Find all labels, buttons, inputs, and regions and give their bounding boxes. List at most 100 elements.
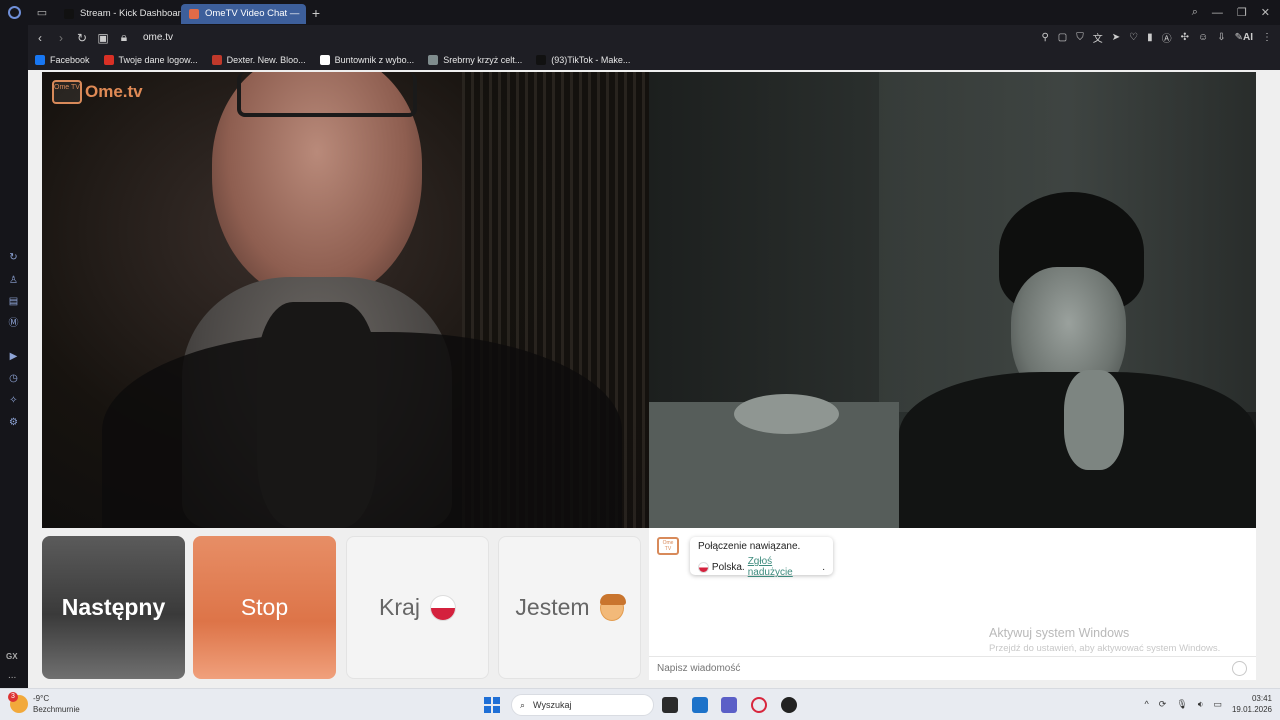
send-icon[interactable]: ➤ xyxy=(1112,32,1120,43)
refresh-ai-icon[interactable]: ↻ xyxy=(7,251,20,264)
obs-icon[interactable] xyxy=(781,697,797,713)
weather-sun-icon: 3 xyxy=(8,692,28,713)
gender-label: Jestem xyxy=(515,594,590,620)
menu-icon[interactable]: ⋮ xyxy=(1262,32,1272,43)
network-icon[interactable]: ▭ xyxy=(1213,699,1222,710)
minimize-icon[interactable]: — xyxy=(1212,7,1223,19)
bookmark-favicon-icon xyxy=(319,55,330,65)
taskbar-search[interactable]: ⌕ Wyszukaj xyxy=(511,694,654,716)
next-button[interactable]: Następny xyxy=(42,536,185,679)
local-video xyxy=(42,72,649,528)
country-button[interactable]: Kraj xyxy=(346,536,489,679)
bookmark-label: Dexter. New. Bloo... xyxy=(226,55,306,65)
forward-icon[interactable]: › xyxy=(52,31,70,45)
message-input[interactable] xyxy=(657,663,1157,674)
search-icon: ⌕ xyxy=(520,699,526,710)
messenger-icon[interactable]: Ⓜ xyxy=(7,317,20,330)
search-label: Wyszukaj xyxy=(533,700,572,710)
bookmark-item[interactable]: Dexter. New. Bloo... xyxy=(211,55,306,65)
country-label: Kraj xyxy=(379,594,420,620)
extension-a-icon[interactable]: Ⓐ xyxy=(1162,30,1172,45)
kick-favicon-icon xyxy=(64,8,74,19)
address-bar: ‹ › ↻ ▣ 🔒︎ ome.tv ⚲ ▢ ⛉ 文 ➤ ♡ ▮ Ⓐ ✣ ☺ ⇩ … xyxy=(28,25,1280,50)
bookmark-item[interactable]: Facebook xyxy=(35,55,90,65)
puzzle-icon[interactable]: ✣ xyxy=(1181,32,1189,43)
aria-ai-button[interactable]: ✎AI xyxy=(1235,32,1253,43)
close-icon[interactable]: ✕ xyxy=(1261,6,1270,19)
tab-label: OmeTV Video Chat — xyxy=(205,8,300,19)
windows-start-icon[interactable] xyxy=(484,697,500,713)
ometv-logo[interactable]: Ome TV Ome.tv xyxy=(52,80,143,104)
sound-icon[interactable] xyxy=(189,8,199,19)
wallet-icon[interactable]: ▤ xyxy=(7,295,20,308)
profile-icon[interactable]: ☺ xyxy=(1198,32,1208,43)
emoji-smile-icon[interactable] xyxy=(1232,661,1247,676)
logo-text: Ome.tv xyxy=(85,82,143,101)
more-icon[interactable]: ... xyxy=(8,670,16,681)
connection-text: Połączenie nawiązane. xyxy=(698,541,801,552)
settings-gear-icon[interactable]: ⚙ xyxy=(7,416,20,429)
tab-label: Stream - Kick Dashboard xyxy=(80,8,181,19)
shop-icon[interactable]: ♙ xyxy=(7,274,20,287)
adblock-shield-icon[interactable]: ⛉ xyxy=(1076,32,1084,43)
file-explorer-icon[interactable] xyxy=(662,697,678,713)
bookmarks-bar: Facebook Twoje dane logow... Dexter. New. … xyxy=(28,50,1280,70)
heart-icon[interactable]: ♡ xyxy=(1129,32,1138,43)
bookmark-favicon-icon xyxy=(428,55,439,65)
camera-icon[interactable]: ▣ xyxy=(94,31,112,45)
bookmark-item[interactable]: (93)TikTok - Make... xyxy=(536,55,630,65)
bookmark-item[interactable]: Buntownik z wybo... xyxy=(319,55,414,65)
speaker-icon[interactable]: 🔉︎ xyxy=(1198,699,1204,710)
search-tabs-icon[interactable]: ⌕ xyxy=(1192,6,1198,19)
opera-gx-icon[interactable] xyxy=(751,697,767,713)
scarf-center xyxy=(257,302,377,528)
stop-label: Stop xyxy=(240,594,289,620)
maximize-icon[interactable]: ❐ xyxy=(1237,6,1247,19)
url-field[interactable]: ome.tv xyxy=(143,32,173,43)
outlook-icon[interactable] xyxy=(692,697,708,713)
tray-chevron-icon[interactable]: ^ xyxy=(1145,699,1149,709)
extensions-icon[interactable]: ✧ xyxy=(7,394,20,407)
download-icon[interactable]: ⇩ xyxy=(1217,32,1225,43)
sync-icon[interactable]: ⟳ xyxy=(1159,699,1167,710)
weather-widget[interactable]: 3 -9°C Bezchmurnie xyxy=(8,692,80,715)
translate-icon[interactable]: 文 xyxy=(1093,30,1103,45)
stop-button[interactable]: Stop xyxy=(193,536,336,679)
remote-video xyxy=(649,72,1256,528)
windows-activate-title: Aktywuj system Windows xyxy=(989,626,1130,640)
glasses xyxy=(237,72,417,117)
back-icon[interactable]: ‹ xyxy=(31,31,49,45)
history-icon[interactable]: ◷ xyxy=(7,372,20,385)
tab-ometv[interactable]: OmeTV Video Chat — xyxy=(181,3,306,24)
bowl xyxy=(734,394,839,434)
bookmark-label: Srebrny krzyż celt... xyxy=(443,55,523,65)
bookmark-item[interactable]: Twoje dane logow... xyxy=(103,55,198,65)
new-tab-button[interactable]: + xyxy=(306,5,326,21)
clock[interactable]: 03:41 19.01.2026 xyxy=(1232,693,1272,715)
browser-sidebar: ↻ ♙ ▤ Ⓜ ▶ ◷ ✧ ⚙ GX ... xyxy=(0,25,28,688)
snapshot-icon[interactable]: ▢ xyxy=(1058,32,1067,43)
report-suffix: . xyxy=(822,561,825,573)
gender-button[interactable]: Jestem xyxy=(498,536,641,679)
date: 19.01.2026 xyxy=(1231,705,1272,714)
reload-icon[interactable]: ↻ xyxy=(73,31,91,45)
tab-kick-dashboard[interactable]: Stream - Kick Dashboard xyxy=(56,4,181,24)
extension-l-icon[interactable]: ▮ xyxy=(1147,32,1153,43)
lock-icon: 🔒︎ xyxy=(120,30,128,44)
chat-ometv-icon: Ome TV xyxy=(657,537,679,555)
microphone-icon[interactable]: 🎙︎ xyxy=(1176,699,1187,710)
bookmark-item[interactable]: Srebrny krzyż celt... xyxy=(428,55,522,65)
tab-islands-icon[interactable]: ▭ xyxy=(28,0,56,25)
bookmark-label: Twoje dane logow... xyxy=(118,55,198,65)
bookmark-favicon-icon xyxy=(35,55,45,65)
report-abuse-link[interactable]: Zgłoś nadużycie xyxy=(748,556,820,578)
opera-logo-icon[interactable] xyxy=(0,0,28,25)
boy-emoji-icon xyxy=(599,593,626,621)
system-message: Połączenie nawiązane. Polska. Zgłoś nadu… xyxy=(690,537,833,578)
gx-label[interactable]: GX xyxy=(6,652,18,661)
notification-badge: 3 xyxy=(8,692,18,702)
teams-icon[interactable] xyxy=(721,697,737,713)
pin-icon[interactable]: ⚲ xyxy=(1041,32,1048,43)
player-icon[interactable]: ▶ xyxy=(7,350,20,363)
windows-activate-sub: Przejdź do ustawień, aby aktywować syste… xyxy=(989,643,1221,654)
